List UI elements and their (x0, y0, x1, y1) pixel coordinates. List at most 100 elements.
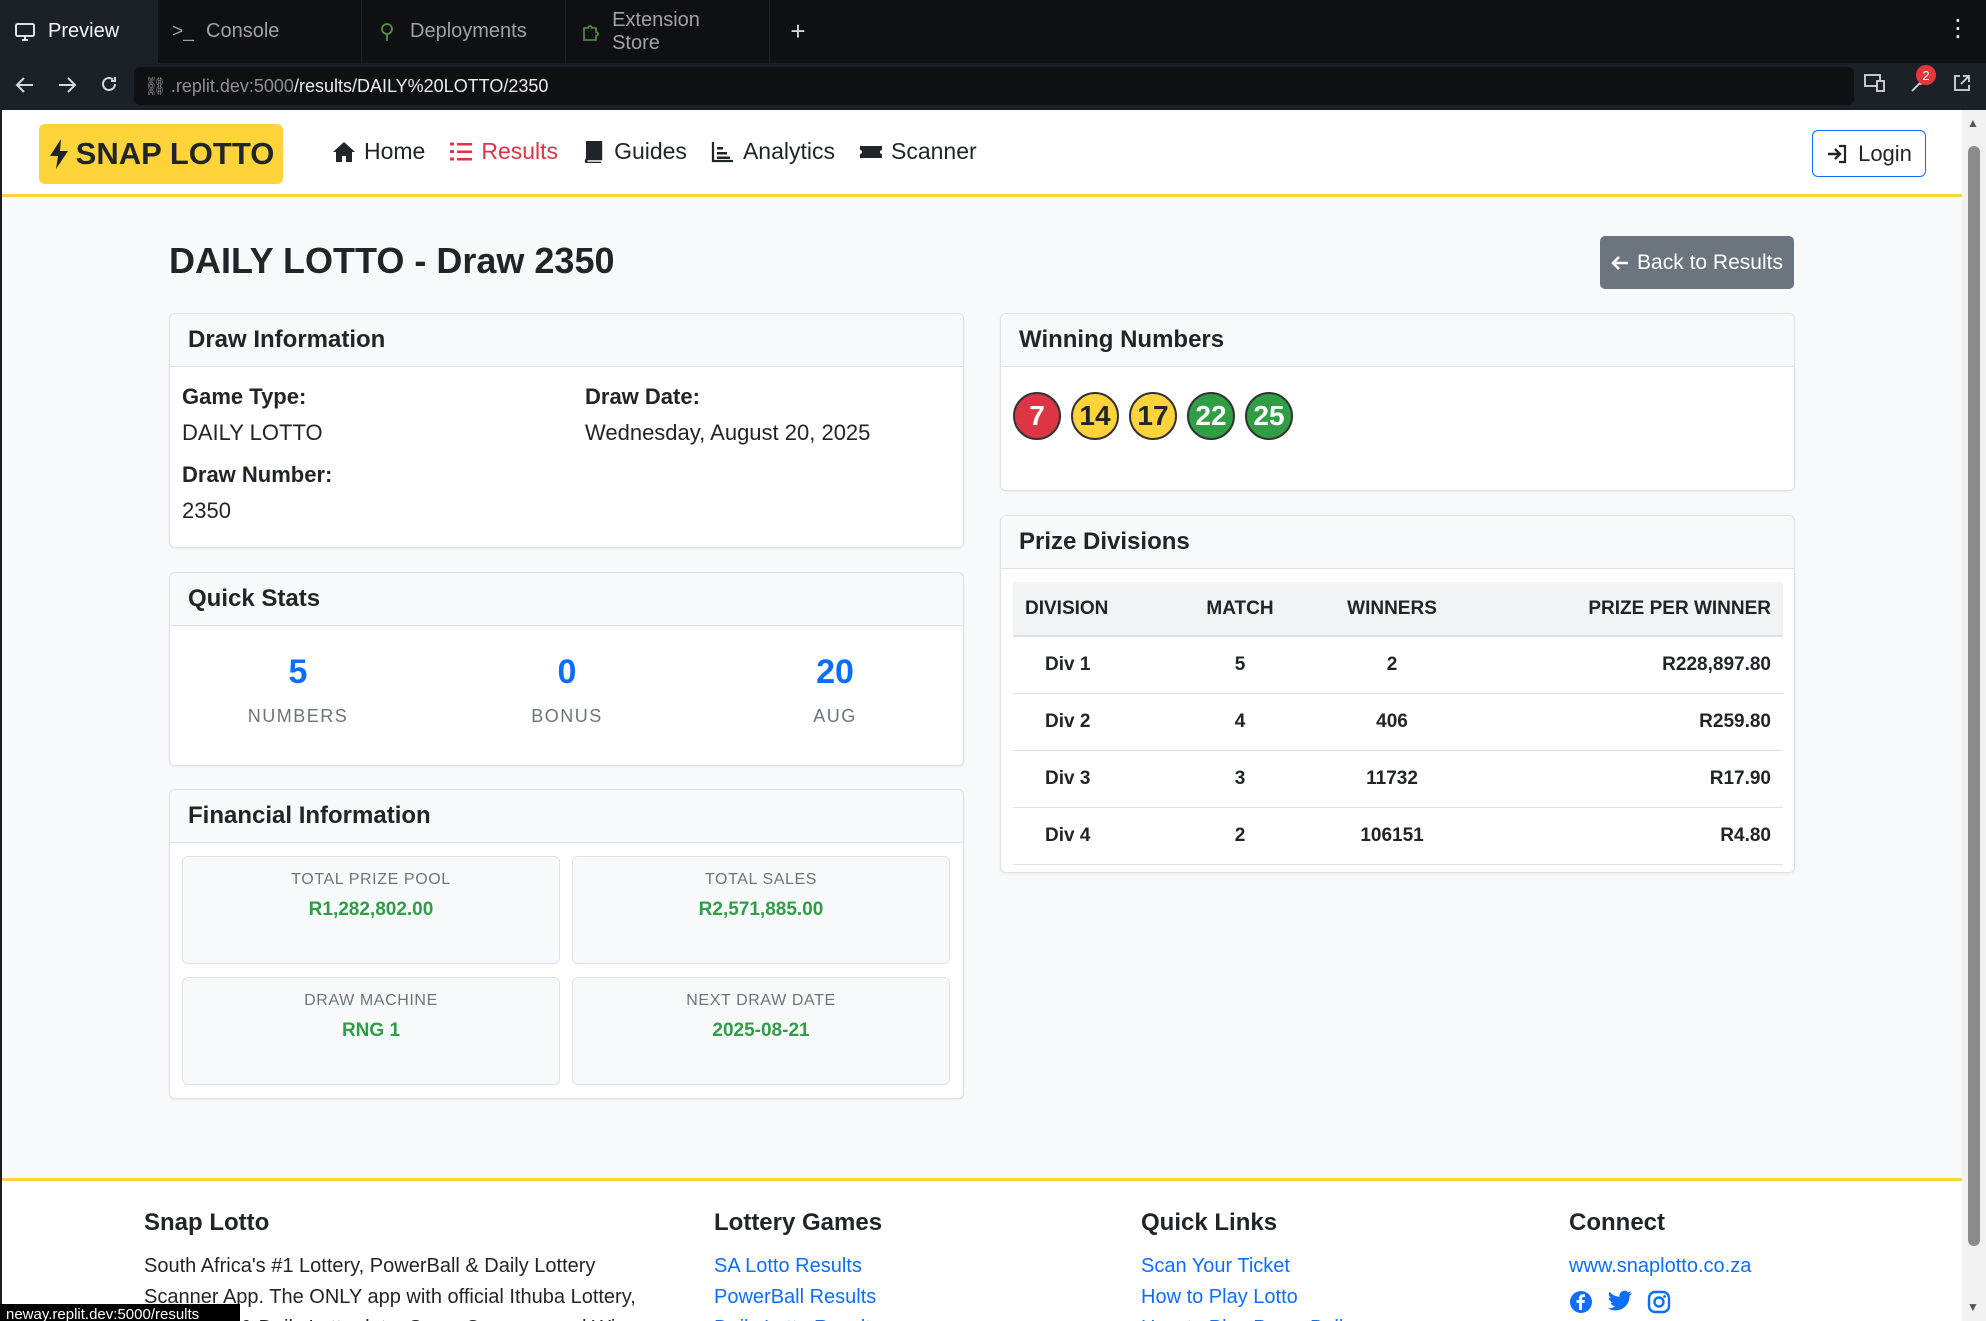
match-cell: 3 (1172, 750, 1308, 808)
nav-analytics[interactable]: Analytics (711, 138, 835, 165)
fin-label: TOTAL SALES (704, 871, 818, 888)
devices-icon[interactable] (1864, 73, 1886, 101)
tab-extension-store[interactable]: Extension Store (566, 0, 770, 63)
match-cell: 5 (1172, 636, 1308, 694)
facebook-icon[interactable] (1569, 1290, 1593, 1320)
next-draw-date-box: NEXT DRAW DATE 2025-08-21 (572, 977, 950, 1085)
instagram-icon[interactable] (1647, 1290, 1671, 1320)
url-path: /results/DAILY%20LOTTO/2350 (293, 75, 549, 96)
table-row: Div 2 4 406 R259.80 (1013, 693, 1783, 751)
login-label: Login (1858, 140, 1912, 166)
card-header: Winning Numbers (1001, 314, 1794, 367)
twitter-icon[interactable] (1607, 1290, 1633, 1320)
nav-label: Analytics (742, 138, 835, 164)
footer-link-how-lotto[interactable]: How to Play Lotto (1141, 1282, 1343, 1313)
draw-date-label: Draw Date: (585, 384, 700, 409)
prize-cell: R4.80 (1476, 807, 1783, 865)
chart-icon (711, 141, 733, 162)
column-header: WINNERS (1307, 582, 1477, 637)
tab-deployments[interactable]: Deployments (362, 0, 566, 63)
preview-viewport: SNAP LOTTO Home Results Guides Analytics… (2, 110, 1962, 1321)
table-row: Div 1 5 2 R228,897.80 (1013, 636, 1783, 694)
scroll-up-icon[interactable]: ▲ (1967, 116, 1979, 130)
nav-results[interactable]: Results (449, 138, 558, 165)
number-ball: 14 (1071, 392, 1119, 440)
column-header: PRIZE PER WINNER (1476, 582, 1783, 637)
footer-link-powerball[interactable]: PowerBall Results (714, 1282, 882, 1313)
scroll-down-icon[interactable]: ▼ (1967, 1300, 1979, 1314)
book-icon (584, 140, 603, 163)
number-ball: 7 (1013, 392, 1061, 440)
table-header-row: DIVISION MATCH WINNERS PRIZE PER WINNER (1013, 582, 1783, 637)
site-logo[interactable]: SNAP LOTTO (39, 124, 283, 184)
tab-label: Preview (48, 20, 120, 42)
footer-website-link[interactable]: www.snaplotto.co.za (1569, 1251, 1751, 1282)
footer-link-sa-lotto[interactable]: SA Lotto Results (714, 1251, 882, 1282)
quick-stats-card: Quick Stats 5 NUMBERS 0 BONUS 20 AUG (169, 572, 964, 766)
back-arrow-icon[interactable] (4, 73, 46, 101)
reload-icon[interactable] (88, 73, 130, 101)
prize-cell: R17.90 (1476, 750, 1783, 808)
tab-preview[interactable]: Preview (0, 0, 158, 63)
arrow-left-icon (1611, 255, 1629, 270)
stat-bonus: 0 BONUS (457, 653, 677, 727)
logo-text: SNAP LOTTO (75, 136, 275, 171)
prize-divisions-card: Prize Divisions DIVISION MATCH WINNERS P… (1000, 515, 1795, 873)
footer-link-scan[interactable]: Scan Your Ticket (1141, 1251, 1343, 1282)
number-ball: 25 (1245, 392, 1293, 440)
tab-console[interactable]: >_ Console (158, 0, 362, 63)
stat-month: 20 AUG (725, 653, 945, 727)
total-sales-box: TOTAL SALES R2,571,885.00 (572, 856, 950, 964)
draw-number-value: 2350 (182, 498, 231, 523)
match-cell: 2 (1172, 807, 1308, 865)
back-to-results-button[interactable]: Back to Results (1600, 236, 1794, 289)
footer-link-how-powerball[interactable]: How to Play PowerBall (1141, 1313, 1343, 1321)
footer-connect: Connect www.snaplotto.co.za (1569, 1209, 1751, 1320)
winners-cell: 2 (1307, 636, 1477, 694)
address-bar: ⛓ .replit.dev:5000 /results/DAILY%20LOTT… (0, 63, 1986, 110)
fin-value: R1,282,802.00 (308, 899, 434, 920)
card-header: Prize Divisions (1001, 516, 1794, 569)
winning-numbers-card: Winning Numbers 7 14 17 22 25 (1000, 313, 1795, 491)
nav-scanner[interactable]: Scanner (859, 138, 977, 165)
devtools-icon[interactable]: 2 (1908, 65, 1936, 101)
footer-heading: Lottery Games (714, 1209, 883, 1236)
footer-link-daily-lotto[interactable]: Daily Lotto Results (714, 1313, 882, 1321)
table-row: Div 4 2 106151 R4.80 (1013, 807, 1783, 865)
card-header: Financial Information (170, 790, 963, 843)
link-icon: ⛓ (144, 75, 167, 96)
monitor-icon (14, 21, 36, 43)
open-external-icon[interactable] (1952, 73, 1972, 101)
winners-cell: 106151 (1307, 807, 1477, 865)
scrollbar-thumb[interactable] (1968, 146, 1980, 1246)
draw-info-card: Draw Information Game Type: DAILY LOTTO … (169, 313, 964, 548)
game-type-value: DAILY LOTTO (182, 420, 323, 445)
new-tab-button[interactable]: + (770, 0, 826, 63)
nav-home[interactable]: Home (332, 138, 425, 165)
stat-value: 5 (288, 653, 308, 691)
game-type-label: Game Type: (182, 384, 307, 409)
url-host: .replit.dev:5000 (170, 75, 294, 96)
page-scrollbar[interactable]: ▲ ▼ (1962, 110, 1986, 1321)
footer-heading: Quick Links (1141, 1209, 1278, 1236)
stat-numbers: 5 NUMBERS (188, 653, 408, 727)
number-ball: 17 (1129, 392, 1177, 440)
deploy-icon (376, 21, 398, 43)
fin-value: RNG 1 (341, 1020, 401, 1041)
tab-label: Extension Store (612, 8, 700, 54)
forward-arrow-icon[interactable] (46, 73, 88, 101)
more-menu-icon[interactable]: ⋮ (1946, 14, 1970, 43)
address-actions: 2 (1864, 65, 1972, 101)
tab-label: Deployments (410, 20, 527, 42)
division-cell: Div 1 (1013, 636, 1173, 694)
login-button[interactable]: Login (1812, 130, 1926, 177)
nav-label: Home (364, 138, 426, 164)
winners-cell: 406 (1307, 693, 1477, 751)
stat-value: 20 (816, 653, 854, 691)
social-icons (1569, 1290, 1751, 1320)
number-ball: 22 (1187, 392, 1235, 440)
url-field[interactable]: ⛓ .replit.dev:5000 /results/DAILY%20LOTT… (134, 67, 1854, 105)
nav-guides[interactable]: Guides (582, 138, 687, 165)
stat-label: AUG (813, 706, 857, 726)
column-header: MATCH (1172, 582, 1308, 637)
